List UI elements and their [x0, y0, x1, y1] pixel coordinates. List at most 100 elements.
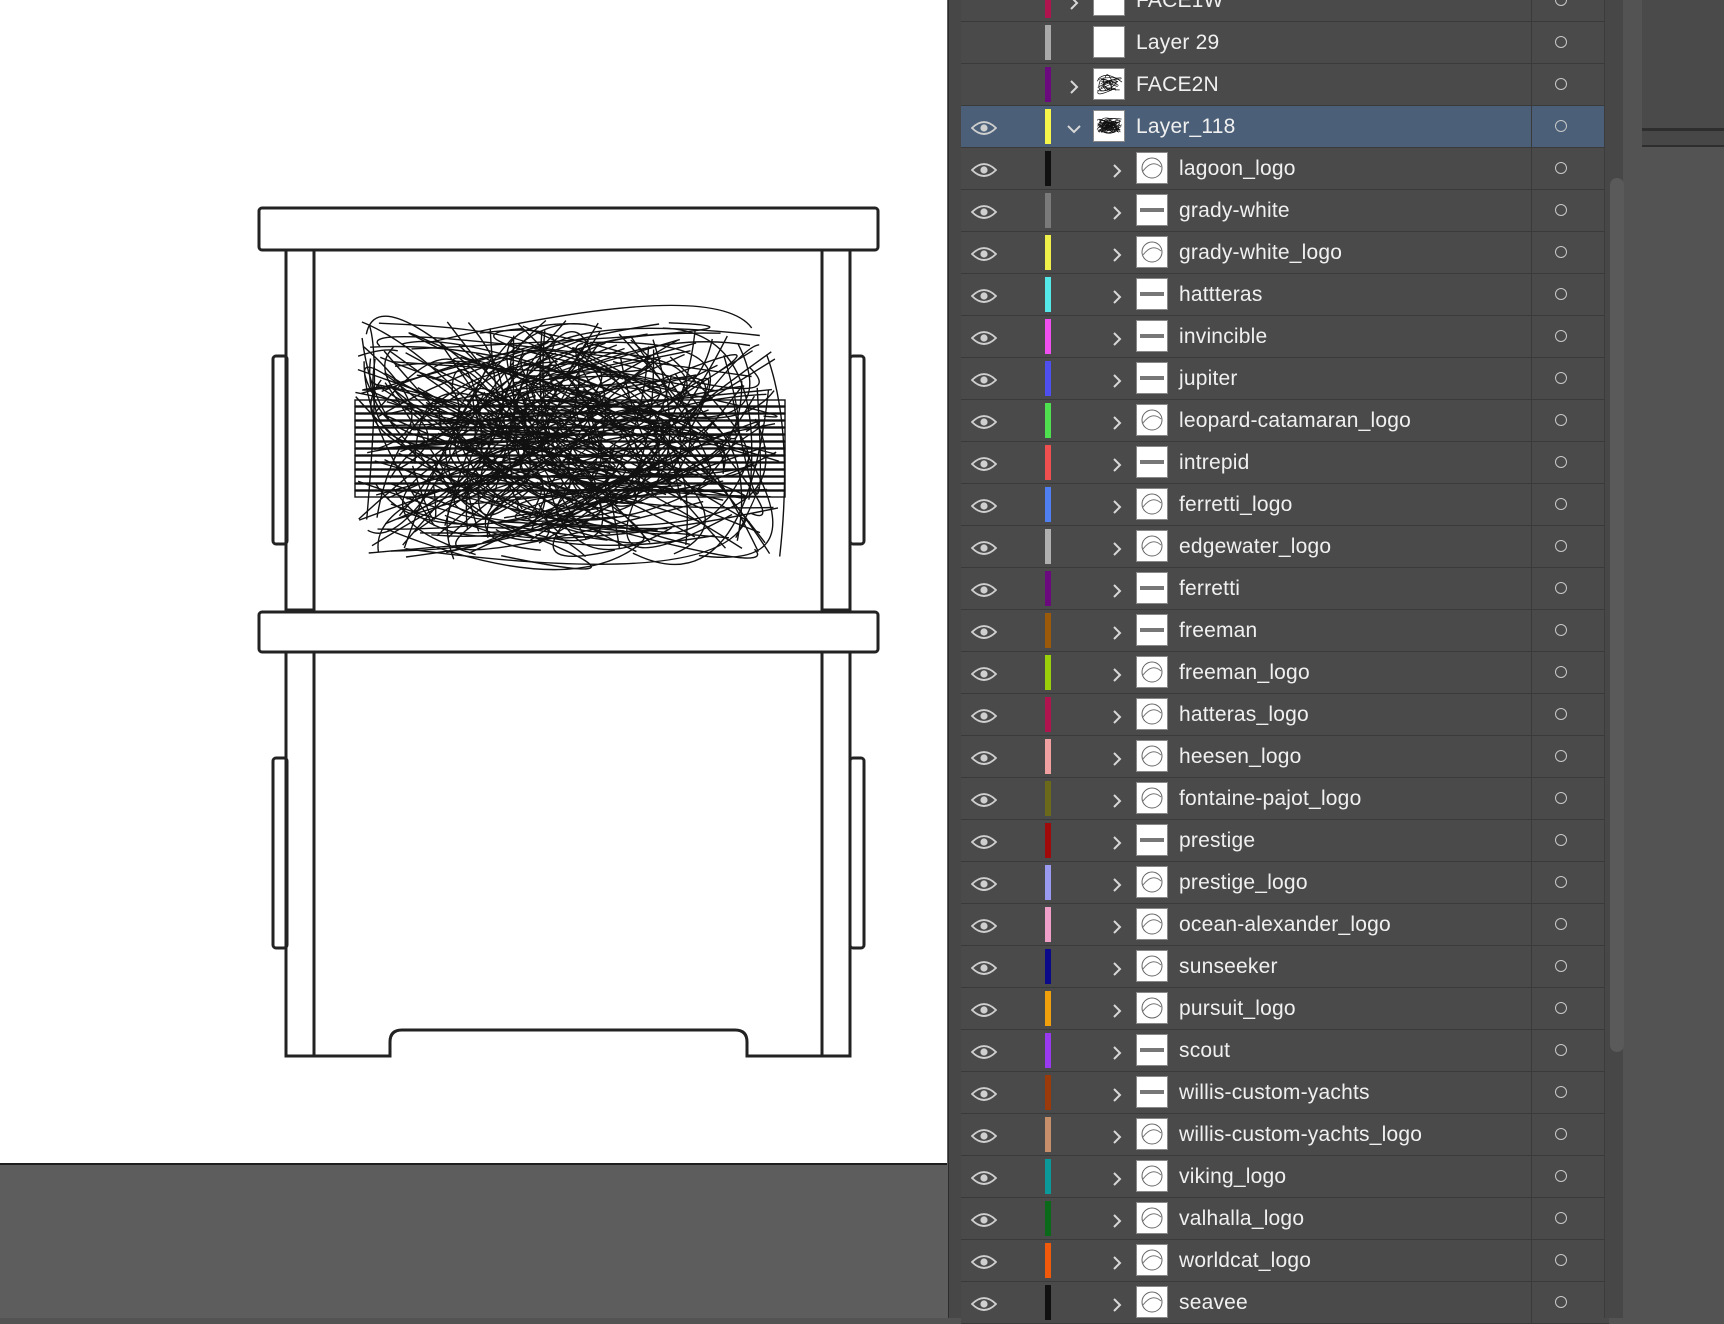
chevron-right-icon[interactable]	[1109, 623, 1125, 640]
layer-name[interactable]: heesen_logo	[1179, 745, 1301, 769]
layer-name[interactable]: ferretti_logo	[1179, 493, 1293, 517]
chevron-right-icon[interactable]	[1109, 1085, 1125, 1102]
target-circle-icon[interactable]	[1555, 120, 1567, 132]
layer-row[interactable]: prestige	[961, 820, 1609, 862]
target-circle-icon[interactable]	[1555, 1212, 1567, 1224]
layer-row[interactable]: scout	[961, 1030, 1609, 1072]
layer-name[interactable]: freeman_logo	[1179, 661, 1310, 685]
target-circle-icon[interactable]	[1555, 1002, 1567, 1014]
chevron-right-icon[interactable]	[1109, 833, 1125, 850]
visibility-eye-icon[interactable]	[970, 496, 998, 513]
target-circle-icon[interactable]	[1555, 1170, 1567, 1182]
layer-row[interactable]: sunseeker	[961, 946, 1609, 988]
chevron-right-icon[interactable]	[1109, 875, 1125, 892]
chevron-right-icon[interactable]	[1109, 1169, 1125, 1186]
visibility-eye-icon[interactable]	[970, 1084, 998, 1101]
chevron-right-icon[interactable]	[1109, 455, 1125, 472]
layer-name[interactable]: prestige	[1179, 829, 1255, 853]
visibility-eye-icon[interactable]	[970, 160, 998, 177]
target-circle-icon[interactable]	[1555, 162, 1567, 174]
visibility-eye-icon[interactable]	[970, 832, 998, 849]
chevron-right-icon[interactable]	[1109, 1001, 1125, 1018]
visibility-eye-icon[interactable]	[970, 958, 998, 975]
target-circle-icon[interactable]	[1555, 1254, 1567, 1266]
layer-row[interactable]: Layer_118	[961, 106, 1619, 148]
visibility-eye-icon[interactable]	[970, 286, 998, 303]
layer-name[interactable]: ferretti	[1179, 577, 1240, 601]
layer-row[interactable]: invincible	[961, 316, 1609, 358]
canvas-area[interactable]	[0, 0, 948, 1318]
layer-row[interactable]: lagoon_logo	[961, 148, 1609, 190]
chevron-right-icon[interactable]	[1109, 497, 1125, 514]
target-circle-icon[interactable]	[1555, 36, 1567, 48]
visibility-eye-icon[interactable]	[970, 622, 998, 639]
visibility-eye-icon[interactable]	[970, 202, 998, 219]
layer-name[interactable]: scout	[1179, 1039, 1230, 1063]
visibility-eye-icon[interactable]	[970, 244, 998, 261]
target-circle-icon[interactable]	[1555, 372, 1567, 384]
visibility-eye-icon[interactable]	[970, 454, 998, 471]
chevron-right-icon[interactable]	[1109, 413, 1125, 430]
visibility-eye-icon[interactable]	[970, 916, 998, 933]
target-circle-icon[interactable]	[1555, 288, 1567, 300]
visibility-eye-icon[interactable]	[970, 1210, 998, 1227]
layer-name[interactable]: FACE1W	[1136, 0, 1224, 13]
layer-row[interactable]: willis-custom-yachts_logo	[961, 1114, 1609, 1156]
visibility-eye-icon[interactable]	[970, 790, 998, 807]
visibility-eye-icon[interactable]	[970, 664, 998, 681]
chevron-right-icon[interactable]	[1109, 161, 1125, 178]
layer-row[interactable]: heesen_logo	[961, 736, 1609, 778]
layer-row[interactable]: Layer 29	[961, 22, 1609, 64]
layer-name[interactable]: prestige_logo	[1179, 871, 1308, 895]
visibility-eye-icon[interactable]	[970, 748, 998, 765]
layer-row[interactable]: ferretti_logo	[961, 484, 1609, 526]
layer-row[interactable]: pursuit_logo	[961, 988, 1609, 1030]
layer-row[interactable]: ocean-alexander_logo	[961, 904, 1609, 946]
layer-name[interactable]: seavee	[1179, 1291, 1248, 1315]
visibility-eye-icon[interactable]	[970, 412, 998, 429]
artboard[interactable]	[0, 0, 947, 1165]
visibility-eye-icon[interactable]	[970, 706, 998, 723]
layer-name[interactable]: fontaine-pajot_logo	[1179, 787, 1361, 811]
chevron-right-icon[interactable]	[1109, 959, 1125, 976]
target-circle-icon[interactable]	[1555, 708, 1567, 720]
layer-row[interactable]: grady-white_logo	[961, 232, 1609, 274]
chevron-right-icon[interactable]	[1109, 371, 1125, 388]
layer-name[interactable]: hatteras_logo	[1179, 703, 1309, 727]
visibility-eye-icon[interactable]	[970, 1042, 998, 1059]
visibility-eye-icon[interactable]	[970, 370, 998, 387]
chevron-right-icon[interactable]	[1109, 791, 1125, 808]
target-circle-icon[interactable]	[1555, 414, 1567, 426]
target-circle-icon[interactable]	[1555, 792, 1567, 804]
layer-name[interactable]: Layer_118	[1136, 115, 1236, 139]
target-circle-icon[interactable]	[1555, 456, 1567, 468]
layer-row[interactable]: fontaine-pajot_logo	[961, 778, 1609, 820]
chevron-right-icon[interactable]	[1109, 581, 1125, 598]
visibility-eye-icon[interactable]	[970, 1168, 998, 1185]
chevron-right-icon[interactable]	[1109, 917, 1125, 934]
chevron-right-icon[interactable]	[1109, 203, 1125, 220]
layer-row[interactable]: intrepid	[961, 442, 1609, 484]
layer-row[interactable]: grady-white	[961, 190, 1609, 232]
layer-name[interactable]: valhalla_logo	[1179, 1207, 1304, 1231]
layer-name[interactable]: willis-custom-yachts_logo	[1179, 1123, 1422, 1147]
layer-name[interactable]: intrepid	[1179, 451, 1249, 475]
layer-row[interactable]: ferretti	[961, 568, 1609, 610]
layer-name[interactable]: viking_logo	[1179, 1165, 1286, 1189]
layer-name[interactable]: edgewater_logo	[1179, 535, 1331, 559]
layers-scrollbar-thumb[interactable]	[1610, 178, 1624, 1052]
target-circle-icon[interactable]	[1555, 1128, 1567, 1140]
layer-row[interactable]: prestige_logo	[961, 862, 1609, 904]
target-circle-icon[interactable]	[1555, 960, 1567, 972]
layer-row[interactable]: viking_logo	[961, 1156, 1609, 1198]
target-circle-icon[interactable]	[1555, 918, 1567, 930]
visibility-eye-icon[interactable]	[970, 1126, 998, 1143]
layer-row[interactable]: valhalla_logo	[961, 1198, 1609, 1240]
layer-row[interactable]: FACE2N	[961, 64, 1609, 106]
chevron-down-icon[interactable]	[1066, 119, 1082, 135]
layer-name[interactable]: grady-white_logo	[1179, 241, 1342, 265]
layer-name[interactable]: jupiter	[1179, 367, 1238, 391]
target-circle-icon[interactable]	[1555, 1296, 1567, 1308]
target-circle-icon[interactable]	[1555, 540, 1567, 552]
chevron-right-icon[interactable]	[1109, 1211, 1125, 1228]
